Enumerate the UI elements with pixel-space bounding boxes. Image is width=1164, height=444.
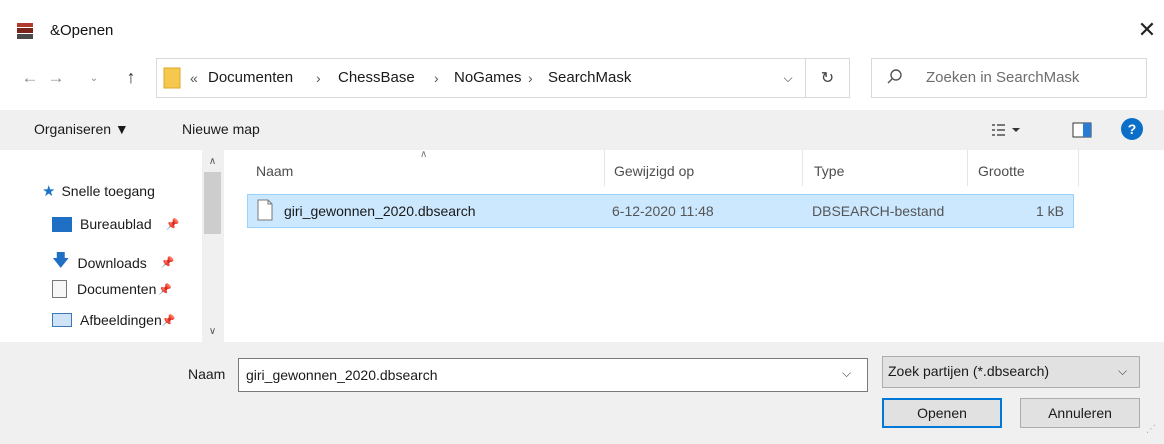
window-title: &Openen [50, 22, 114, 39]
sidebar-item-quick-access[interactable]: ★ Snelle toegang [42, 182, 155, 200]
column-header-modified[interactable]: Gewijzigd op [614, 163, 694, 179]
sidebar-item-pictures[interactable]: Afbeeldingen 📌 [52, 312, 175, 328]
refresh-button[interactable]: ↻ [806, 58, 850, 98]
column-divider[interactable] [1078, 150, 1079, 186]
breadcrumb-item[interactable]: NoGames [454, 69, 522, 86]
file-modified: 6-12-2020 11:48 [612, 203, 714, 219]
back-button[interactable]: ← [18, 66, 42, 90]
change-view-button[interactable] [990, 120, 1024, 140]
breadcrumb-separator-icon: › [434, 70, 439, 86]
search-placeholder: Zoeken in SearchMask [926, 69, 1080, 86]
recent-locations-button[interactable]: ⌄ [84, 67, 104, 89]
search-icon [884, 66, 906, 88]
close-button[interactable]: ✕ [1133, 16, 1161, 44]
sidebar-item-documents[interactable]: Documenten 📌 [52, 280, 172, 298]
chevron-down-icon[interactable]: ⌵ [842, 366, 851, 381]
filename-label: Naam [188, 366, 226, 382]
title-bar [0, 0, 1164, 64]
help-icon[interactable]: ? [1121, 118, 1143, 140]
sort-ascending-icon: ∧ [420, 149, 428, 160]
pin-icon: 📌 [165, 218, 180, 231]
chevron-down-icon: ⌄ [89, 72, 99, 84]
refresh-icon: ↻ [820, 70, 835, 87]
file-name: giri_gewonnen_2020.dbsearch [284, 203, 476, 219]
close-icon: ✕ [1137, 17, 1157, 42]
resize-grip-icon[interactable]: ⋰ [1146, 424, 1156, 435]
arrow-up-icon: ↑ [126, 66, 136, 87]
filename-value: giri_gewonnen_2020.dbsearch [246, 367, 438, 383]
chevron-down-icon: ⌵ [1118, 364, 1128, 378]
up-button[interactable]: ↑ [118, 64, 144, 90]
file-type-filter-value: Zoek partijen (*.dbsearch) [888, 363, 1050, 379]
forward-button[interactable]: → [44, 66, 68, 90]
desktop-icon [52, 216, 72, 232]
breadcrumb-item[interactable]: SearchMask [548, 69, 631, 86]
breadcrumb-separator-icon: › [528, 70, 533, 86]
new-folder-button[interactable]: Nieuwe map [182, 121, 260, 137]
scroll-up-icon[interactable]: ∧ [204, 154, 221, 168]
scrollbar-thumb[interactable] [204, 172, 221, 234]
download-icon: 🡇 [52, 251, 70, 270]
document-icon [52, 280, 67, 298]
file-icon [256, 199, 274, 221]
column-header-name[interactable]: Naam [256, 163, 293, 179]
pin-icon: 📌 [161, 314, 176, 327]
sidebar-item-downloads[interactable]: 🡇 Downloads 📌 [52, 248, 174, 277]
column-header-type[interactable]: Type [814, 163, 844, 179]
breadcrumb-separator-icon: › [316, 70, 321, 86]
organise-menu-button[interactable]: Organiseren ▼ [34, 121, 129, 137]
folder-icon [162, 65, 184, 91]
file-type: DBSEARCH-bestand [812, 203, 945, 219]
preview-pane-icon[interactable] [1072, 121, 1092, 139]
pin-icon: 📌 [160, 257, 175, 269]
scroll-down-icon[interactable]: ∨ [204, 324, 221, 338]
open-button[interactable]: Openen [882, 398, 1002, 428]
sidebar-item-desktop[interactable]: Bureaublad 📌 [52, 216, 179, 232]
column-divider[interactable] [802, 150, 803, 186]
chevron-down-icon: ⌵ [783, 70, 793, 85]
column-divider[interactable] [967, 150, 968, 186]
breadcrumb-item[interactable]: Documenten [208, 69, 293, 86]
breadcrumb-item[interactable]: ChessBase [338, 69, 415, 86]
column-header-size[interactable]: Grootte [978, 163, 1025, 179]
column-divider[interactable] [604, 150, 605, 186]
arrow-left-icon: ← [21, 68, 39, 87]
arrow-right-icon: → [47, 68, 65, 87]
breadcrumb-overflow[interactable]: « [190, 70, 198, 86]
file-size: 1 kB [1036, 203, 1065, 219]
pin-icon: 📌 [158, 283, 173, 296]
address-dropdown-button[interactable]: ⌵ [770, 58, 806, 98]
star-icon: ★ [42, 183, 56, 200]
cancel-button[interactable]: Annuleren [1020, 398, 1140, 428]
image-icon [52, 313, 72, 327]
app-icon [16, 22, 34, 40]
